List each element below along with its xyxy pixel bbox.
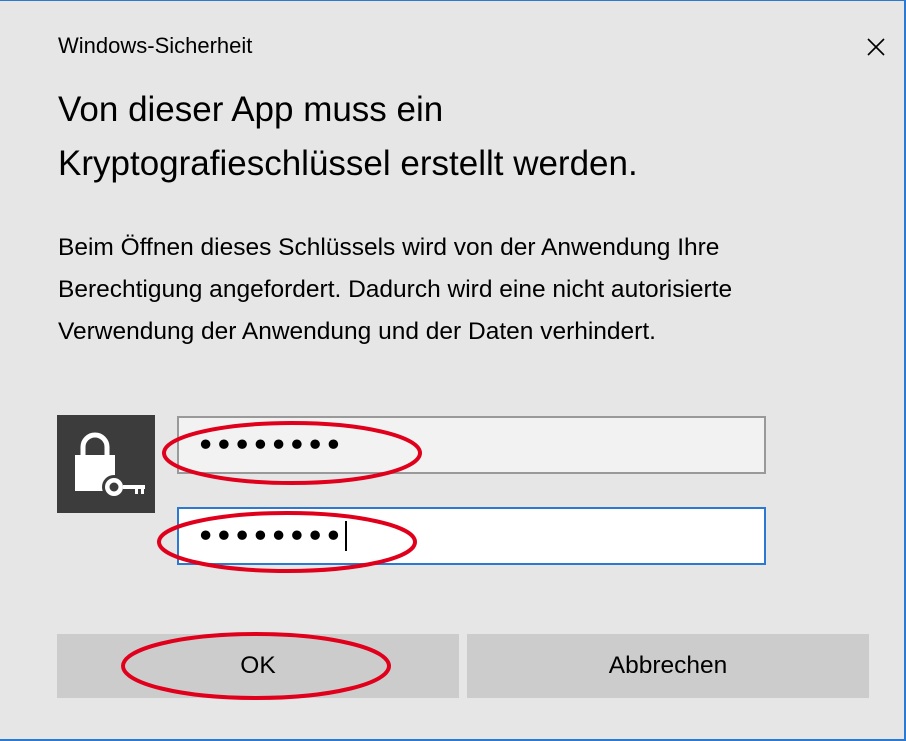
security-dialog: Windows-Sicherheit Von dieser App muss e… — [0, 0, 906, 741]
heading-line-1: Von dieser App muss ein — [58, 90, 444, 129]
password-value: •••••••• — [197, 429, 344, 461]
confirm-password-field[interactable]: •••••••• — [177, 507, 766, 565]
lock-key-icon — [57, 415, 155, 513]
heading-line-2: Kryptografieschlüssel erstellt werden. — [58, 144, 638, 183]
text-caret — [345, 521, 348, 551]
confirm-password-value: •••••••• — [197, 520, 344, 552]
password-field[interactable]: •••••••• — [177, 416, 766, 474]
dialog-heading: Von dieser App muss ein Kryptografieschl… — [58, 83, 858, 191]
close-button[interactable] — [856, 27, 896, 67]
close-icon — [867, 38, 885, 56]
dialog-title: Windows-Sicherheit — [58, 33, 253, 58]
dialog-description: Beim Öffnen dieses Schlüssels wird von d… — [58, 234, 733, 345]
ok-button[interactable]: OK — [57, 634, 459, 698]
cancel-button[interactable]: Abbrechen — [467, 634, 869, 698]
